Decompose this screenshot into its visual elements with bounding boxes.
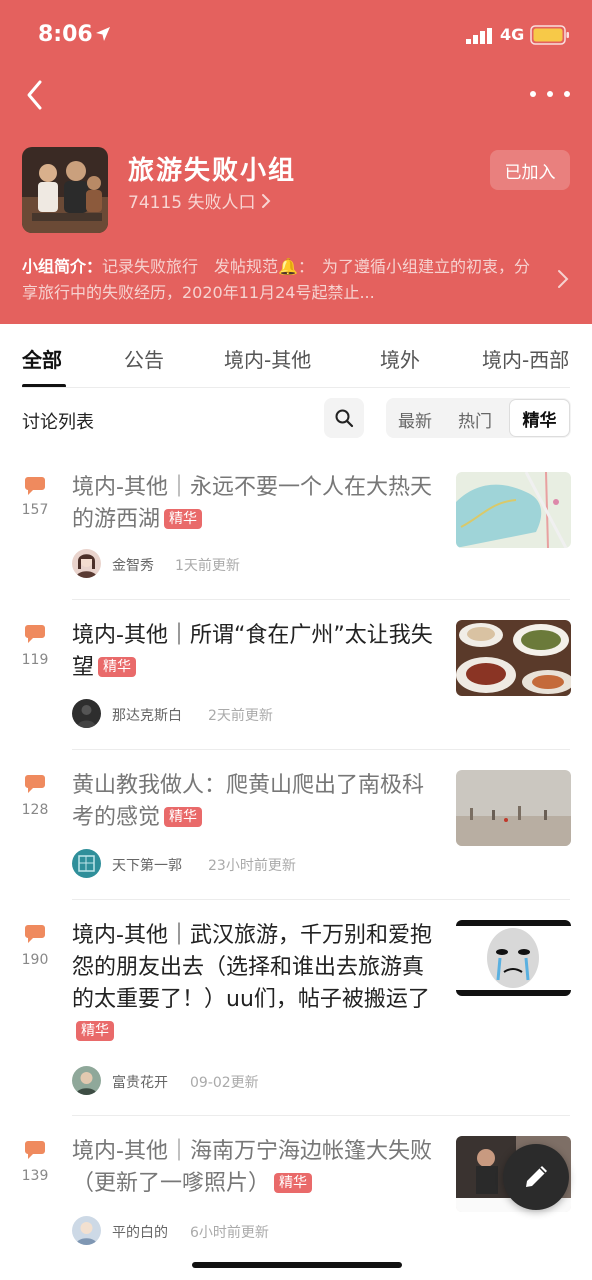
sort-latest[interactable]: 最新 — [398, 407, 432, 432]
comment-count: 157 — [21, 502, 49, 518]
group-title: 旅游失败小组 — [128, 156, 297, 186]
comment-icon — [25, 477, 45, 495]
author-avatar[interactable] — [72, 549, 101, 578]
status-bar: 8:06 4G — [0, 0, 592, 70]
featured-badge: 精华 — [164, 509, 203, 529]
author-avatar[interactable] — [72, 699, 101, 728]
comment-icon — [25, 1141, 45, 1159]
author-avatar[interactable] — [72, 1066, 101, 1095]
sort-toggle: 最新 热门 精华 — [386, 398, 571, 438]
post-title-text: 境内-其他｜武汉旅游，千万别和爱抱怨的朋友出去（选择和谁出去旅游真的太重要了！）… — [72, 923, 432, 1012]
update-time: 2天前更新 — [208, 708, 273, 724]
featured-badge: 精华 — [76, 1021, 114, 1041]
author-name[interactable]: 平的白的 — [112, 1222, 168, 1242]
post-item[interactable]: 119 境内-其他｜所谓“食在广州”太让我失望 精华 那达克斯白 2天前更新 — [0, 620, 592, 750]
comment-count: 190 — [21, 952, 49, 968]
post-thumbnail[interactable] — [456, 620, 571, 696]
list-header-title: 讨论列表 — [22, 412, 94, 433]
post-item[interactable]: 128 黄山教我做人：爬黄山爬出了南极科考的感觉 精华 天下第一郭 23小时前更新 — [0, 770, 592, 900]
author-name[interactable]: 天下第一郭 — [112, 855, 182, 875]
more-dot — [530, 91, 536, 97]
post-divider — [72, 599, 570, 600]
group-intro[interactable]: 小组简介：记录失败旅行 发帖规范🔔： 为了遵循小组建立的初衷，分享旅行中的失败经… — [22, 254, 542, 306]
post-title-text: 境内-其他｜永远不要一个人在大热天的游西湖 — [72, 475, 432, 532]
tabs-divider — [22, 387, 570, 388]
pencil-icon — [526, 1166, 547, 1187]
intro-chevron-right-icon — [558, 270, 569, 288]
tab-announcement[interactable]: 公告 — [124, 344, 164, 373]
more-button[interactable] — [530, 84, 570, 104]
tab-overseas[interactable]: 境外 — [380, 344, 420, 373]
author-name[interactable]: 金智秀 — [112, 555, 154, 575]
post-title: 黄山教我做人：爬黄山爬出了南极科考的感觉 精华 — [72, 770, 437, 834]
post-item[interactable]: 157 境内-其他｜永远不要一个人在大热天的游西湖 精华 金智秀 1天前更新 — [0, 472, 592, 600]
group-avatar[interactable] — [22, 147, 108, 233]
featured-badge: 精华 — [274, 1173, 313, 1193]
back-button[interactable] — [18, 76, 50, 114]
location-arrow-icon — [96, 27, 110, 41]
comment-icon — [25, 625, 45, 643]
post-title: 境内-其他｜永远不要一个人在大热天的游西湖 精华 — [72, 472, 437, 536]
author-avatar[interactable] — [72, 1216, 101, 1245]
featured-badge: 精华 — [164, 807, 203, 827]
post-title-text: 黄山教我做人：爬黄山爬出了南极科考的感觉 — [72, 773, 425, 830]
group-header: 8:06 4G 旅游失败小组 74115 失败人口 已加入 小组简介：记录失败旅… — [0, 0, 592, 324]
tab-domestic-west[interactable]: 境内-西部 — [482, 344, 569, 373]
network-type: 4G — [500, 25, 525, 44]
featured-badge: 精华 — [98, 657, 137, 677]
intro-label: 小组简介： — [22, 257, 103, 276]
status-time: 8:06 — [38, 22, 93, 47]
battery-icon — [530, 25, 569, 45]
tab-all[interactable]: 全部 — [22, 344, 62, 373]
home-indicator[interactable] — [192, 1262, 402, 1268]
member-count-text: 74115 失败人口 — [128, 193, 256, 213]
post-thumbnail[interactable] — [456, 770, 571, 846]
comment-icon — [25, 925, 45, 943]
chevron-right-icon — [262, 193, 271, 208]
update-time: 6小时前更新 — [190, 1225, 269, 1241]
author-name[interactable]: 那达克斯白 — [112, 705, 182, 725]
post-divider — [72, 749, 570, 750]
post-thumbnail[interactable] — [456, 920, 571, 996]
new-post-button[interactable] — [503, 1144, 569, 1210]
signal-icon — [466, 28, 492, 44]
search-button[interactable] — [324, 398, 364, 438]
comment-icon — [25, 775, 45, 793]
author-avatar[interactable] — [72, 849, 101, 878]
update-time: 23小时前更新 — [208, 858, 296, 874]
sort-hot[interactable]: 热门 — [458, 407, 492, 432]
search-icon — [335, 409, 354, 428]
update-time: 09-02更新 — [190, 1075, 259, 1091]
post-title: 境内-其他｜所谓“食在广州”太让我失望 精华 — [72, 620, 437, 684]
post-title: 境内-其他｜海南万宁海边帐篷大失败（更新了一嗲照片） 精华 — [72, 1136, 437, 1200]
post-item[interactable]: 139 境内-其他｜海南万宁海边帐篷大失败（更新了一嗲照片） 精华 平的白的 6小… — [0, 1136, 592, 1256]
post-item[interactable]: 190 境内-其他｜武汉旅游，千万别和爱抱怨的朋友出去（选择和谁出去旅游真的太重… — [0, 920, 592, 1116]
post-divider — [72, 1115, 570, 1116]
post-title: 境内-其他｜武汉旅游，千万别和爱抱怨的朋友出去（选择和谁出去旅游真的太重要了！）… — [72, 920, 437, 1048]
group-member-count[interactable]: 74115 失败人口 — [128, 188, 271, 213]
post-divider — [72, 899, 570, 900]
more-dot — [564, 91, 570, 97]
post-thumbnail[interactable] — [456, 472, 571, 548]
post-title-text: 境内-其他｜海南万宁海边帐篷大失败（更新了一嗲照片） — [72, 1139, 432, 1196]
joined-button[interactable]: 已加入 — [490, 150, 570, 190]
author-name[interactable]: 富贵花开 — [112, 1072, 168, 1092]
chevron-left-icon — [27, 80, 42, 110]
category-tabs: 全部 公告 境内-其他 境外 境内-西部 — [0, 324, 592, 388]
sort-featured[interactable]: 精华 — [509, 399, 570, 437]
comment-count: 139 — [21, 1168, 49, 1184]
tab-domestic-other[interactable]: 境内-其他 — [224, 344, 311, 373]
update-time: 1天前更新 — [175, 558, 240, 574]
comment-count: 119 — [21, 652, 49, 668]
comment-count: 128 — [21, 802, 49, 818]
more-dot — [547, 91, 553, 97]
